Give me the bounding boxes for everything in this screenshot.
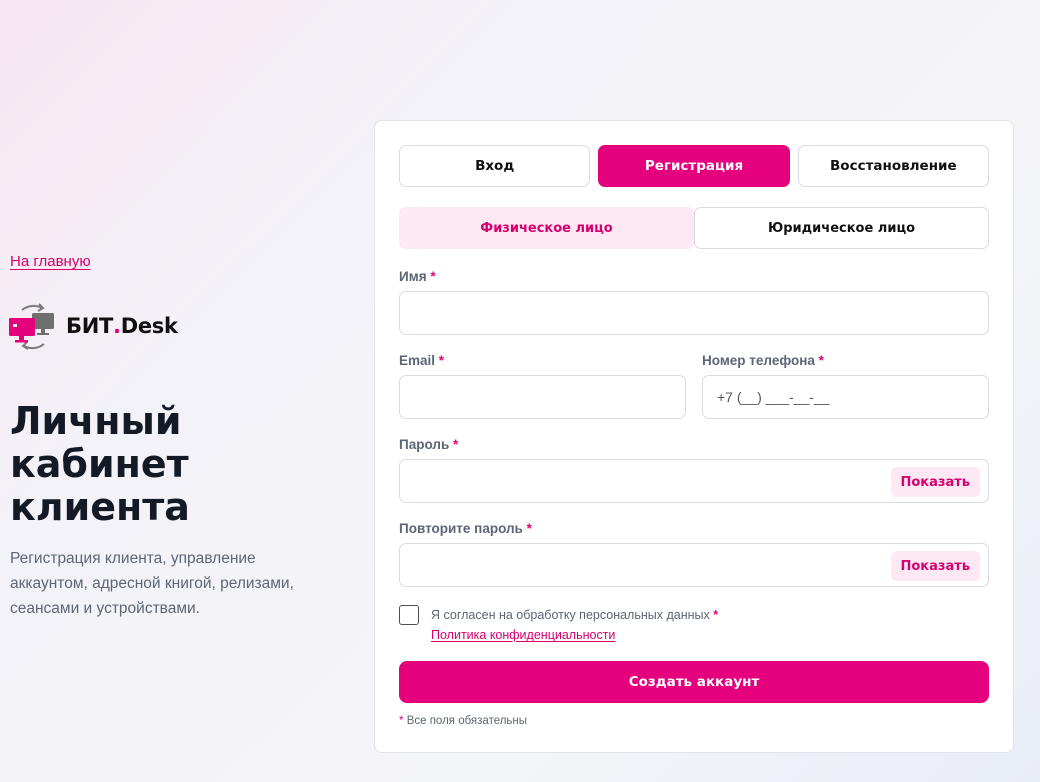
- required-note: * Все поля обязательны: [399, 715, 528, 727]
- phone-field[interactable]: [703, 376, 988, 418]
- page-title: Личный кабинет клиента: [10, 399, 190, 529]
- name-field[interactable]: [400, 292, 988, 334]
- tab-legal-entity[interactable]: Юридическое лицо: [694, 207, 989, 249]
- logo-icon: [9, 303, 54, 350]
- name-label: Имя *: [399, 269, 436, 284]
- tab-login[interactable]: Вход: [399, 145, 591, 187]
- consent-label: Я согласен на обработку персональных дан…: [431, 608, 719, 622]
- registration-card: Вход Регистрация Восстановление Физическ…: [374, 120, 1014, 753]
- logo: БИТ.Desk: [8, 300, 178, 352]
- email-field[interactable]: [400, 376, 685, 418]
- phone-label: Номер телефона *: [702, 353, 824, 368]
- email-field-wrap: [399, 375, 686, 419]
- client-type-tabs: Физическое лицо Юридическое лицо: [399, 207, 989, 249]
- password-field-wrap: Показать: [399, 459, 989, 503]
- create-account-button[interactable]: Создать аккаунт: [399, 661, 989, 703]
- email-label: Email *: [399, 353, 445, 368]
- phone-field-wrap: [702, 375, 989, 419]
- password-label: Пароль *: [399, 437, 459, 452]
- show-password-button[interactable]: Показать: [890, 467, 980, 497]
- tab-recovery[interactable]: Восстановление: [797, 145, 989, 187]
- password-repeat-field-wrap: Показать: [399, 543, 989, 587]
- privacy-policy-link[interactable]: Политика конфиденциальности: [431, 628, 615, 642]
- logo-text: БИТ.Desk: [66, 314, 178, 338]
- auth-tabs: Вход Регистрация Восстановление: [399, 145, 989, 187]
- name-field-wrap: [399, 291, 989, 335]
- consent-checkbox[interactable]: [399, 605, 419, 625]
- page-subtitle: Регистрация клиента, управление аккаунто…: [10, 550, 294, 617]
- tab-registration[interactable]: Регистрация: [598, 145, 790, 187]
- show-password-repeat-button[interactable]: Показать: [890, 551, 980, 581]
- tab-individual[interactable]: Физическое лицо: [399, 207, 694, 249]
- password-repeat-label: Повторите пароль *: [399, 521, 532, 536]
- home-link[interactable]: На главную: [10, 253, 91, 270]
